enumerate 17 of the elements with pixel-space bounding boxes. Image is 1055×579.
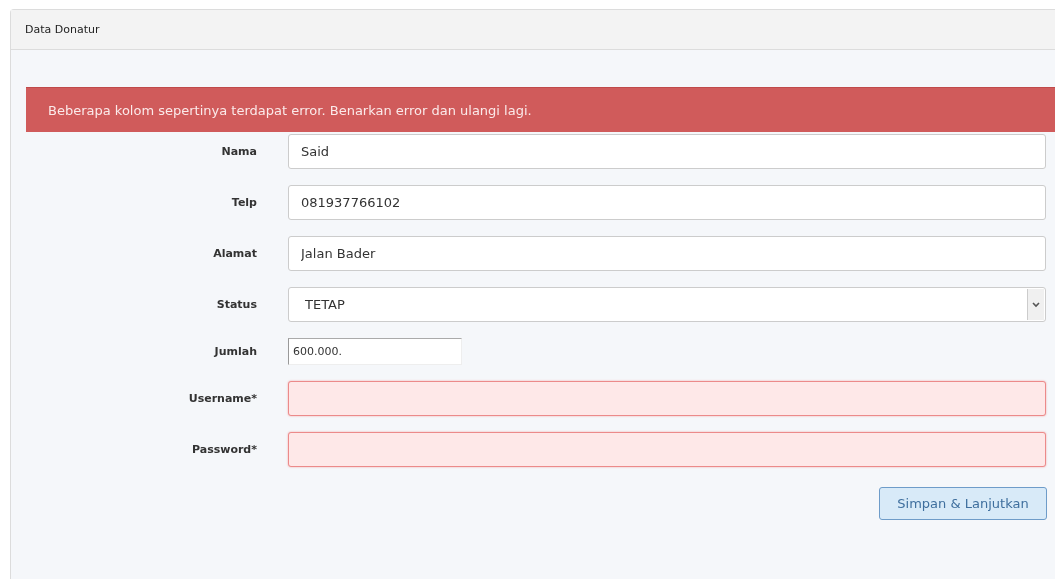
- input-field[interactable]: [288, 381, 1046, 416]
- field-label: Jumlah: [213, 345, 257, 358]
- input-field[interactable]: Said: [288, 134, 1046, 169]
- chevron-down-icon: [1027, 289, 1044, 320]
- field-label: Password*: [190, 443, 257, 456]
- field-label: Alamat: [212, 247, 257, 260]
- input-field[interactable]: Jalan Bader: [288, 236, 1046, 271]
- field-label: Username*: [187, 392, 257, 405]
- field-label: Status: [215, 298, 257, 311]
- panel-title: Data Donatur: [25, 23, 100, 36]
- alert-message: Beberapa kolom sepertinya terdapat error. Benarkan error dan ulangi lagi.: [48, 102, 532, 118]
- password-field[interactable]: [288, 432, 1046, 467]
- input-field[interactable]: 600.000.: [288, 338, 462, 365]
- field-label: Telp: [230, 196, 257, 209]
- input-field[interactable]: 081937766102: [288, 185, 1046, 220]
- status-select[interactable]: TETAP: [288, 287, 1046, 322]
- field-label: Nama: [220, 145, 257, 158]
